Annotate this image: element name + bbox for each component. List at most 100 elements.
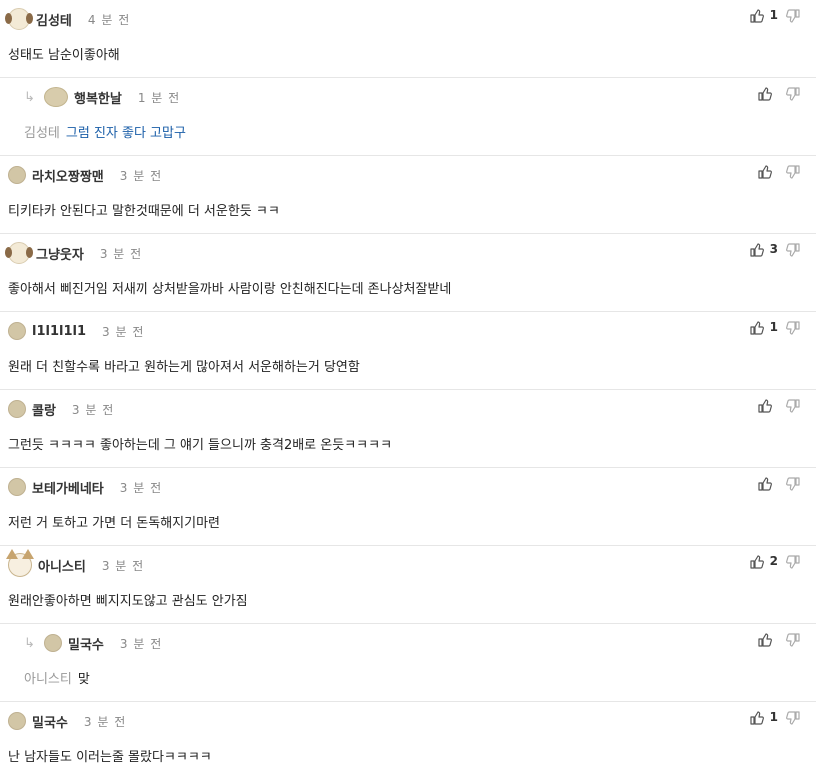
timestamp: 3 분 전 (101, 558, 145, 573)
comment-body: 좋아해서 삐진거임 저새끼 상처받을까바 사람이랑 안친해진다는데 존나상처잘받… (8, 282, 452, 297)
reply-item: ↳ 행복한날 1 분 전 김성테 그럼 진자 좋다 고맙구 (0, 78, 816, 156)
comment-body: 난 남자들도 이러는줄 몰랐다ㅋㅋㅋㅋ (8, 750, 212, 765)
author-name[interactable]: 라치오짱짱맨 (32, 166, 104, 185)
comment-text: 김성테 그럼 진자 좋다 고맙구 (24, 122, 186, 141)
comment-item: 콜랑 3 분 전 그런듯 ㅋㅋㅋㅋ 좋아하는데 그 얘기 들으니까 충격2배로 … (0, 390, 816, 468)
comment-item: 라치오짱짱맨 3 분 전 티키타카 안된다고 말한것때문에 더 서운한듯 ㅋㅋ (0, 156, 816, 234)
reply-arrow-icon: ↳ (24, 89, 35, 105)
comment-text: 아니스티 맞 (24, 668, 90, 687)
like-count: 2 (769, 554, 778, 568)
thumb-down-icon[interactable] (786, 632, 800, 647)
vote-bar: 1 (750, 320, 800, 335)
dog-avatar[interactable] (5, 8, 33, 30)
author-name[interactable]: 밀국수 (68, 634, 104, 653)
thumb-down-icon[interactable] (786, 710, 800, 725)
plain-avatar[interactable] (8, 478, 26, 496)
comment-header: 아니스티 3 분 전 (6, 549, 145, 577)
author-name[interactable]: 아니스티 (38, 556, 86, 575)
thumb-up-icon[interactable] (750, 320, 764, 335)
comment-item: 아니스티 3 분 전 2 원래안좋아하면 삐지지도않고 관심도 안가짐 (0, 546, 816, 624)
timestamp: 3 분 전 (102, 324, 145, 339)
comment-list: 김성테 4 분 전 1 성태도 남순이좋아해 ↳ 행복한날 1 분 전 김성테그… (0, 0, 816, 779)
plain-avatar[interactable] (8, 322, 26, 340)
comment-body: 성태도 남순이좋아해 (8, 48, 120, 63)
comment-header: ↳ 행복한날 1 분 전 (24, 86, 180, 108)
comment-header: 밀국수 3 분 전 (8, 710, 126, 732)
timestamp: 3 분 전 (119, 636, 163, 651)
mention-tag[interactable]: 김성테 (24, 126, 60, 141)
like-count: 1 (769, 320, 778, 334)
reply-item: ↳ 밀국수 3 분 전 아니스티 맞 (0, 624, 816, 702)
like-count: 1 (769, 710, 778, 724)
vote-bar: 1 (750, 710, 800, 725)
fox-avatar[interactable] (6, 549, 34, 577)
author-name[interactable]: 콜랑 (32, 400, 56, 419)
thumb-up-icon[interactable] (758, 398, 772, 413)
comment-body: 그럼 진자 좋다 고맙구 (65, 126, 186, 141)
comment-item: 밀국수 3 분 전 1 난 남자들도 이러는줄 몰랐다ㅋㅋㅋㅋ (0, 702, 816, 779)
thumb-up-icon[interactable] (750, 8, 764, 23)
plain-avatar[interactable] (44, 634, 62, 652)
plain-avatar[interactable] (8, 712, 26, 730)
comment-header: 보테가베네타 3 분 전 (8, 476, 162, 498)
dog-avatar[interactable] (5, 242, 33, 264)
thumb-up-icon[interactable] (758, 86, 772, 101)
comment-body: 원래 더 친할수록 바라고 원하는게 많아져서 서운해하는거 당연함 (8, 360, 360, 375)
mention-tag[interactable]: 아니스티 (24, 672, 72, 687)
author-name[interactable]: 밀국수 (32, 712, 68, 731)
timestamp: 3 분 전 (119, 480, 163, 495)
author-name[interactable]: 그냥웃자 (36, 244, 84, 263)
timestamp: 4 분 전 (87, 12, 131, 27)
plain-avatar[interactable] (8, 400, 26, 418)
thumb-down-icon[interactable] (786, 320, 800, 335)
thumb-down-icon[interactable] (786, 554, 800, 569)
thumb-down-icon[interactable] (786, 164, 800, 179)
like-count: 3 (769, 242, 778, 256)
timestamp: 1 분 전 (137, 90, 181, 105)
thumb-up-icon[interactable] (750, 242, 764, 257)
thumb-up-icon[interactable] (758, 632, 772, 647)
comment-body: 티키타카 안된다고 말한것때문에 더 서운한듯 ㅋㅋ (8, 204, 280, 219)
comment-body: 그런듯 ㅋㅋㅋㅋ 좋아하는데 그 얘기 들으니까 충격2배로 온듯ㅋㅋㅋㅋ (8, 438, 393, 453)
thumb-up-icon[interactable] (750, 710, 764, 725)
round-avatar[interactable] (44, 87, 68, 107)
vote-bar (758, 398, 800, 413)
comment-text: 티키타카 안된다고 말한것때문에 더 서운한듯 ㅋㅋ (8, 200, 280, 219)
like-count: 1 (769, 8, 778, 22)
author-name[interactable]: l1l1l1l1 (32, 324, 86, 339)
comment-header: ↳ 밀국수 3 분 전 (24, 632, 162, 654)
comment-item: 그냥웃자 3 분 전 3 좋아해서 삐진거임 저새끼 상처받을까바 사람이랑 안… (0, 234, 816, 312)
thumb-up-icon[interactable] (758, 164, 772, 179)
author-name[interactable]: 보테가베네타 (32, 478, 104, 497)
vote-bar (758, 476, 800, 491)
thumb-down-icon[interactable] (786, 398, 800, 413)
comment-text: 난 남자들도 이러는줄 몰랐다ㅋㅋㅋㅋ (8, 746, 212, 765)
thumb-down-icon[interactable] (786, 8, 800, 23)
comment-text: 성태도 남순이좋아해 (8, 44, 120, 63)
comment-body: 원래안좋아하면 삐지지도않고 관심도 안가짐 (8, 594, 248, 609)
author-name[interactable]: 김성테 (36, 10, 72, 29)
comment-header: 라치오짱짱맨 3 분 전 (8, 164, 162, 186)
comment-item: 김성테 4 분 전 1 성태도 남순이좋아해 (0, 0, 816, 78)
comment-text: 원래안좋아하면 삐지지도않고 관심도 안가짐 (8, 590, 248, 609)
comment-text: 원래 더 친할수록 바라고 원하는게 많아져서 서운해하는거 당연함 (8, 356, 360, 375)
comment-header: 콜랑 3 분 전 (8, 398, 114, 420)
thumb-down-icon[interactable] (786, 86, 800, 101)
comment-item: l1l1l1l1 3 분 전 1 원래 더 친할수록 바라고 원하는게 많아져서… (0, 312, 816, 390)
comment-item: 보테가베네타 3 분 전 저런 거 토하고 가면 더 돈독해지기마련 (0, 468, 816, 546)
thumb-down-icon[interactable] (786, 242, 800, 257)
comment-header: 그냥웃자 3 분 전 (5, 242, 142, 264)
timestamp: 3 분 전 (71, 402, 115, 417)
thumb-up-icon[interactable] (758, 476, 772, 491)
author-name[interactable]: 행복한날 (74, 88, 122, 107)
comment-body: 맞 (77, 672, 90, 687)
thumb-down-icon[interactable] (786, 476, 800, 491)
comment-body: 저런 거 토하고 가면 더 돈독해지기마련 (8, 516, 221, 531)
vote-bar: 2 (750, 554, 800, 569)
comment-header: 김성테 4 분 전 (5, 8, 131, 30)
plain-avatar[interactable] (8, 166, 26, 184)
thumb-up-icon[interactable] (750, 554, 764, 569)
vote-bar: 3 (750, 242, 800, 257)
vote-bar (758, 164, 800, 179)
vote-bar: 1 (750, 8, 800, 23)
